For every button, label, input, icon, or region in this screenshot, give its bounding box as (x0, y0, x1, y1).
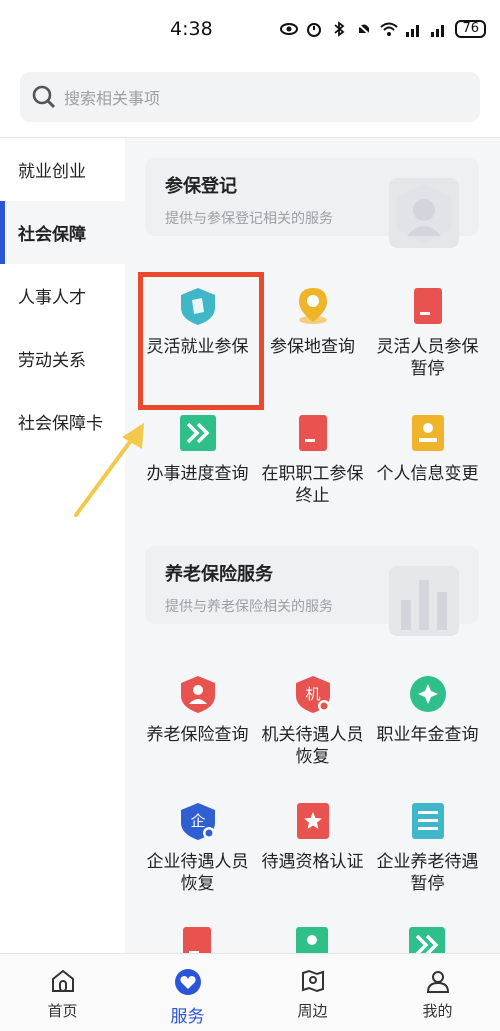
section-header-pension: 养老保险服务 提供与养老保险相关的服务 (145, 546, 479, 636)
nav-services[interactable]: 服务 (125, 954, 250, 1031)
service-item-enterprise-restore[interactable]: 企 企业待遇人员恢复 (140, 801, 255, 895)
sidebar-item-label: 就业创业 (18, 162, 86, 182)
sidebar-item-label: 社会保障 (18, 225, 86, 245)
status-bar: 4:38 76 (0, 0, 500, 60)
signal-icon-2 (431, 25, 445, 37)
bottom-nav: 首页 服务 周边 我的 (0, 953, 500, 1031)
sidebar-item-labor-relations[interactable]: 劳动关系 (0, 327, 125, 390)
bar-chart-icon (389, 566, 459, 636)
mute-icon (356, 22, 373, 37)
service-label: 企业养老待遇暂停 (376, 852, 479, 894)
category-sidebar: 就业创业 社会保障 人事人才 劳动关系 社会保障卡 (0, 138, 125, 953)
service-item-pension-query[interactable]: 养老保险查询 (140, 674, 255, 746)
sidebar-item-label: 人事人才 (18, 288, 86, 308)
search-placeholder: 搜索相关事项 (64, 89, 161, 108)
nav-label: 首页 (47, 1002, 78, 1020)
arrow-annotation-icon (74, 423, 144, 517)
search-input[interactable]: 搜索相关事项 (20, 72, 480, 122)
person-icon (426, 971, 449, 993)
service-item-personal-info-change[interactable]: 个人信息变更 (370, 413, 485, 485)
service-item-enterprise-suspend[interactable]: 企业养老待遇暂停 (370, 801, 485, 895)
search-icon (32, 85, 56, 109)
nav-label: 我的 (422, 1002, 453, 1020)
star-card-icon (296, 803, 329, 839)
highlight-box (138, 272, 264, 410)
shield-person-icon (180, 676, 215, 713)
list-doc-icon (411, 803, 444, 839)
battery-indicator: 76 (455, 20, 486, 38)
service-item-progress-query[interactable]: 办事进度查询 (140, 413, 255, 485)
heart-circle-icon (174, 969, 201, 995)
service-item-eligibility-cert[interactable]: 待遇资格认证 (255, 801, 370, 873)
person-card-icon (411, 415, 444, 451)
document-icon[interactable] (177, 925, 217, 953)
nav-label: 服务 (170, 1007, 205, 1027)
service-item-agency-restore[interactable]: 机 机关待遇人员恢复 (255, 674, 370, 768)
alarm-icon (307, 23, 322, 37)
wifi-icon (380, 22, 399, 36)
service-label: 养老保险查询 (146, 725, 249, 745)
location-pin-icon (298, 288, 327, 324)
bluetooth-icon (334, 21, 345, 37)
section-header-enrollment: 参保登记 提供与参保登记相关的服务 (145, 158, 479, 248)
svg-text:机: 机 (305, 685, 320, 703)
service-label: 职业年金查询 (376, 725, 479, 745)
shield-ji-icon: 机 (295, 676, 330, 713)
nav-home[interactable]: 首页 (0, 954, 125, 1031)
service-label: 机关待遇人员恢复 (261, 725, 364, 767)
eye-icon (280, 23, 299, 35)
service-item-enrollment-location[interactable]: 参保地查询 (255, 286, 370, 358)
status-icons: 76 (280, 20, 486, 38)
double-chevron-icon[interactable] (407, 925, 447, 953)
status-time: 4:38 (170, 18, 213, 40)
service-label: 个人信息变更 (376, 464, 479, 484)
nav-profile[interactable]: 我的 (375, 954, 500, 1031)
nav-nearby[interactable]: 周边 (250, 954, 375, 1031)
shield-qi-icon: 企 (180, 803, 215, 840)
sidebar-item-personnel[interactable]: 人事人才 (0, 264, 125, 327)
sidebar-item-social-security[interactable]: 社会保障 (0, 201, 125, 264)
person-shield-icon (389, 178, 459, 248)
double-chevron-icon (179, 415, 216, 451)
service-label: 参保地查询 (270, 337, 355, 357)
service-item-flexible-suspend[interactable]: 灵活人员参保暂停 (370, 286, 485, 380)
document-icon (298, 415, 327, 451)
star-circle-icon (409, 676, 446, 712)
service-label: 灵活人员参保暂停 (376, 337, 479, 379)
signal-icon (406, 25, 420, 37)
nav-label: 周边 (297, 1002, 328, 1020)
service-label: 办事进度查询 (146, 464, 249, 484)
service-label: 待遇资格认证 (261, 852, 364, 872)
person-card-icon[interactable] (292, 925, 332, 953)
svg-text:企: 企 (190, 812, 205, 830)
service-item-employee-terminate[interactable]: 在职职工参保终止 (255, 413, 370, 507)
document-icon (413, 288, 442, 324)
home-icon (51, 969, 74, 992)
map-icon (301, 969, 324, 993)
service-item-annuity-query[interactable]: 职业年金查询 (370, 674, 485, 746)
service-label: 企业待遇人员恢复 (146, 852, 249, 894)
sidebar-item-label: 劳动关系 (18, 351, 86, 371)
sidebar-item-employment[interactable]: 就业创业 (0, 138, 125, 201)
service-label: 在职职工参保终止 (261, 464, 364, 506)
service-panel: 参保登记 提供与参保登记相关的服务 灵活就业参保 参保地查询 灵活人员参保暂停 … (125, 138, 500, 953)
